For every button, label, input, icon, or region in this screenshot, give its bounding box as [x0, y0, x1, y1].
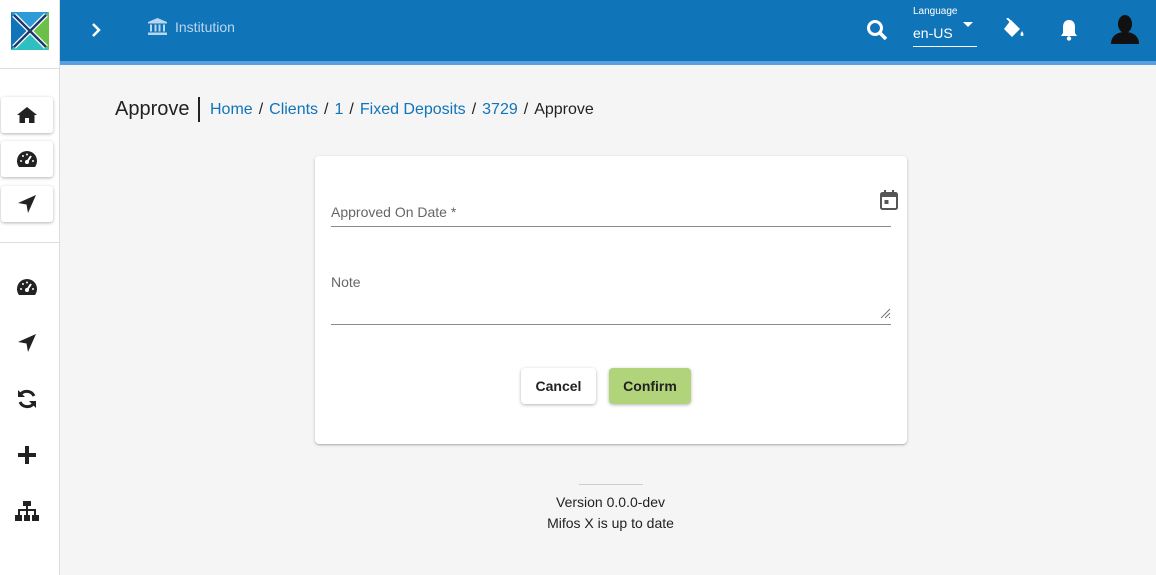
dashboard-icon	[17, 279, 37, 295]
version-text: Version 0.0.0-dev	[556, 494, 665, 510]
breadcrumb-separator: /	[471, 101, 477, 118]
breadcrumb-separator: /	[258, 101, 264, 118]
chevron-right-icon	[92, 23, 101, 37]
institution-label: Institution	[175, 18, 235, 35]
breadcrumb-separator: /	[349, 101, 354, 118]
sidebar-navigation-item[interactable]	[0, 325, 54, 361]
breadcrumb-fixed-deposits[interactable]: Fixed Deposits	[360, 101, 466, 119]
dropdown-arrow-icon	[963, 22, 973, 27]
calendar-icon	[880, 190, 898, 210]
navigation-icon	[18, 195, 36, 213]
institution-icon	[148, 18, 167, 35]
sidebar-toggle-button[interactable]	[85, 19, 107, 41]
search-icon	[867, 20, 888, 41]
note-field[interactable]: Note	[331, 256, 891, 326]
home-icon	[17, 107, 37, 123]
breadcrumb-separator: /	[523, 101, 529, 118]
sidebar-divider	[0, 242, 60, 243]
sync-icon	[18, 389, 36, 409]
search-button[interactable]	[866, 19, 888, 41]
sidebar-divider	[0, 68, 60, 69]
language-label: Language	[913, 6, 958, 17]
approved-on-date-label: Approved On Date *	[331, 204, 457, 220]
sidebar-sync-item[interactable]	[0, 381, 54, 417]
language-select[interactable]: en-US	[913, 22, 977, 47]
note-label: Note	[331, 274, 361, 290]
sidebar-dashboard-item[interactable]	[0, 269, 54, 305]
dashboard-icon	[17, 151, 37, 167]
approved-on-date-field[interactable]: Approved On Date *	[331, 156, 898, 228]
sidebar-navigation-button[interactable]	[1, 186, 53, 222]
breadcrumb: Home / Clients / 1 / Fixed Deposits / 37…	[210, 101, 594, 119]
footer-divider	[579, 484, 643, 485]
language-value: en-US	[913, 25, 953, 41]
navigation-icon	[18, 334, 36, 352]
note-underline	[331, 324, 891, 325]
user-avatar-icon	[1111, 15, 1139, 44]
toolbar-accent-line	[60, 61, 1156, 65]
user-menu-button[interactable]	[1111, 14, 1139, 44]
theme-button[interactable]	[1002, 17, 1026, 42]
paint-bucket-icon	[1004, 17, 1024, 37]
confirm-button[interactable]: Confirm	[609, 368, 691, 404]
breadcrumb-clients[interactable]: Clients	[269, 101, 318, 119]
breadcrumb-account-id[interactable]: 3729	[482, 101, 518, 119]
textarea-resize-handle[interactable]	[879, 306, 891, 319]
logo-icon	[11, 12, 49, 50]
mifos-logo[interactable]	[0, 0, 60, 62]
page-title: Approve	[115, 98, 190, 120]
breadcrumb-home[interactable]: Home	[210, 101, 253, 119]
breadcrumb-separator: /	[324, 101, 329, 118]
breadcrumb-current: Approve	[534, 101, 594, 118]
resize-grip-icon	[880, 308, 891, 319]
cancel-button[interactable]: Cancel	[521, 368, 596, 404]
approved-on-date-underline	[331, 226, 891, 227]
approve-form-card: Approved On Date * Note Cancel Confirm	[315, 156, 907, 444]
sidebar	[0, 0, 60, 575]
sidebar-dashboard-button[interactable]	[1, 141, 53, 177]
institution-menu[interactable]: Institution	[148, 18, 235, 35]
sidebar-add-item[interactable]	[0, 437, 54, 473]
sidebar-home-button[interactable]	[1, 97, 53, 133]
update-status-text: Mifos X is up to date	[547, 515, 674, 531]
notifications-button[interactable]	[1058, 18, 1080, 42]
plus-icon	[18, 446, 36, 464]
datepicker-toggle-button[interactable]	[880, 190, 898, 210]
breadcrumb-client-id[interactable]: 1	[335, 101, 344, 119]
bell-icon	[1061, 20, 1077, 41]
title-divider	[198, 97, 200, 122]
